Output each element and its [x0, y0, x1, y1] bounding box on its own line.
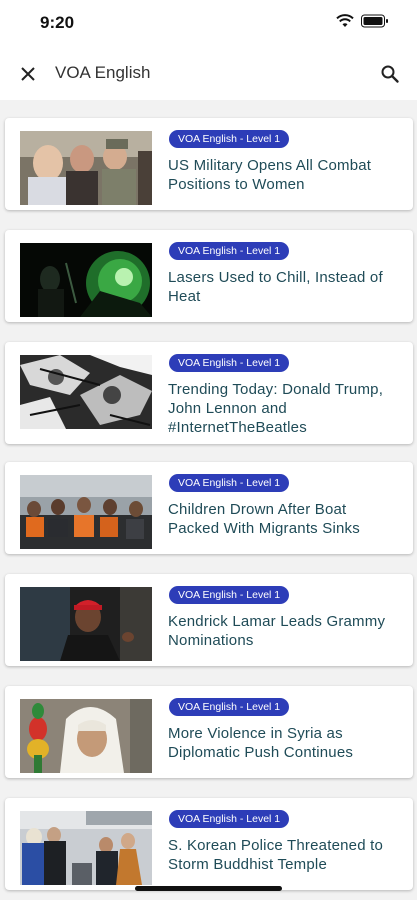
close-icon [21, 67, 35, 81]
article-card[interactable]: VOA English - Level 1 More Violence in S… [5, 686, 413, 778]
article-thumbnail [20, 699, 152, 773]
level-badge: VOA English - Level 1 [169, 242, 290, 260]
article-thumbnail [20, 243, 152, 317]
article-card[interactable]: VOA English - Level 1 Kendrick Lamar Lea… [5, 574, 413, 666]
search-bar: VOA English [0, 48, 417, 100]
article-title: Trending Today: Donald Trump, John Lenno… [168, 381, 384, 436]
home-indicator [135, 886, 282, 891]
level-badge: VOA English - Level 1 [169, 586, 290, 604]
level-badge: VOA English - Level 1 [169, 698, 290, 716]
wifi-icon [336, 14, 354, 27]
article-thumbnail [20, 587, 152, 661]
article-card[interactable]: VOA English - Level 1 S. Korean Police T… [5, 798, 413, 890]
level-badge: VOA English - Level 1 [169, 474, 290, 492]
level-badge: VOA English - Level 1 [169, 130, 290, 148]
article-card[interactable]: VOA English - Level 1 Lasers Used to Chi… [5, 230, 413, 322]
search-input[interactable]: VOA English [55, 63, 150, 83]
article-title: Kendrick Lamar Leads Grammy Nominations [168, 613, 386, 649]
battery-icon [361, 14, 388, 28]
level-badge: VOA English - Level 1 [169, 354, 290, 372]
article-thumbnail [20, 475, 152, 549]
close-button[interactable] [16, 62, 40, 86]
article-card[interactable]: VOA English - Level 1 US Military Opens … [5, 118, 413, 210]
article-thumbnail [20, 355, 152, 429]
article-title: US Military Opens All Combat Positions t… [168, 157, 372, 193]
article-thumbnail [20, 131, 152, 205]
article-card[interactable]: VOA English - Level 1 Trending Today: Do… [5, 342, 413, 444]
search-button[interactable] [377, 61, 403, 87]
search-icon [381, 65, 399, 83]
article-title: More Violence in Syria as Diplomatic Pus… [168, 725, 354, 761]
status-bar: 9:20 [0, 0, 417, 48]
level-badge: VOA English - Level 1 [169, 810, 290, 828]
status-time: 9:20 [40, 13, 75, 32]
article-title: Lasers Used to Chill, Instead of Heat [168, 269, 383, 305]
status-icons [336, 14, 389, 28]
article-card[interactable]: VOA English - Level 1 Children Drown Aft… [5, 462, 413, 554]
article-thumbnail [20, 811, 152, 885]
article-title: Children Drown After Boat Packed With Mi… [168, 501, 360, 537]
article-title: S. Korean Police Threatened to Storm Bud… [168, 837, 384, 873]
